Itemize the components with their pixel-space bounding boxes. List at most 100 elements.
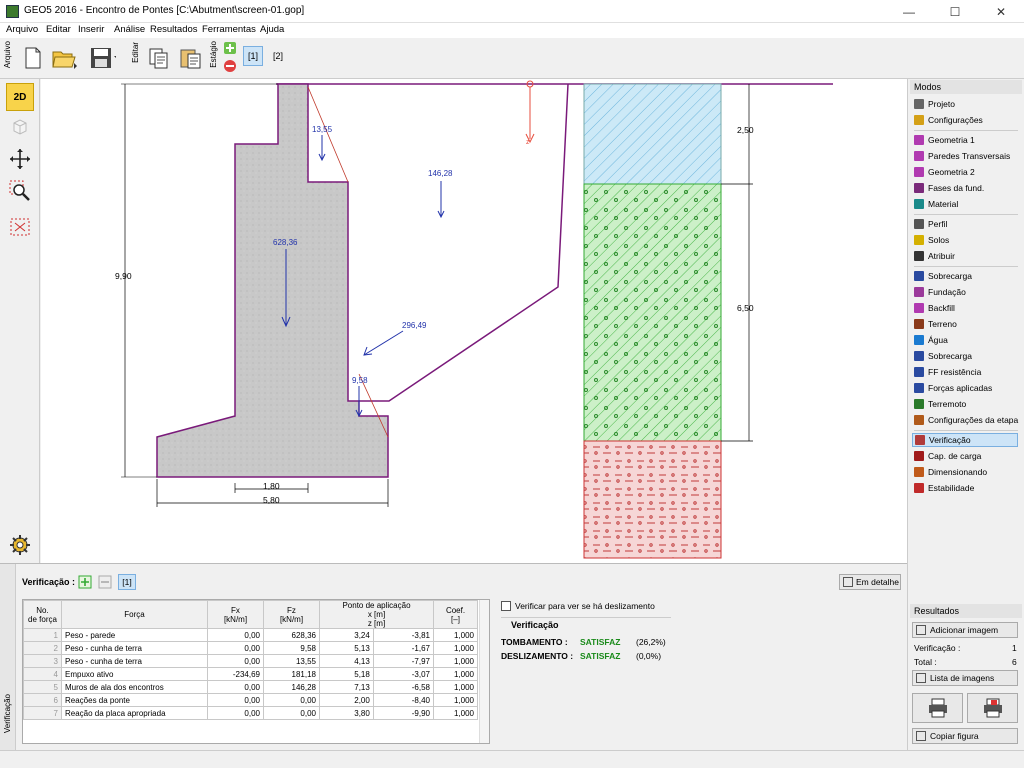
zoom-extents-button[interactable] [6, 213, 34, 241]
total-count-value: 6 [1012, 657, 1017, 667]
menu-inserir[interactable]: Inserir [78, 24, 104, 35]
stage-1-tab[interactable]: [1] [243, 46, 263, 66]
pan-button[interactable] [6, 145, 34, 173]
menu-ajuda[interactable]: Ajuda [260, 24, 284, 35]
mode-icon [914, 451, 924, 461]
new-file-button[interactable] [20, 43, 46, 73]
table-row[interactable]: 6 Reações da ponte 0,00 0,00 2,00 -8,40 1,000 [23, 693, 478, 707]
save-button[interactable] [90, 43, 116, 73]
mode-item-sobrecarga[interactable]: Sobrecarga [914, 349, 972, 363]
table-row[interactable]: 4 Empuxo ativo -234,69 181,18 5,18 -3,07 1,000 [23, 667, 478, 681]
detail-label: Em detalhe [856, 577, 899, 587]
mode-item-verifica-o[interactable]: Verificação [912, 433, 1018, 447]
col-coef: Coef. [–] [433, 600, 478, 629]
mode-item-projeto[interactable]: Projeto [914, 97, 955, 111]
table-row[interactable]: 5 Muros de ala dos encontros 0,00 146,28 7,1… [23, 680, 478, 694]
detail-button[interactable]: Em detalhe [839, 574, 901, 590]
table-cell-fx: 0,00 [207, 628, 264, 642]
plus-icon [78, 575, 92, 589]
mode-item-geometria-2[interactable]: Geometria 2 [914, 165, 975, 179]
mode-icon [914, 483, 924, 493]
dim-base-label: 5,80 [263, 495, 280, 505]
paste-data-button[interactable] [178, 43, 204, 73]
detail-icon [843, 577, 853, 587]
window-title: GEO5 2016 - Encontro de Pontes [C:\Abutm… [24, 5, 305, 16]
table-row[interactable]: 1 Peso - parede 0,00 628,36 3,24 -3,81 1,000 [23, 628, 478, 642]
verification-tab-1[interactable]: [1] [118, 574, 136, 590]
mode-item-configura-es[interactable]: Configurações [914, 113, 983, 127]
image-list-label: Lista de imagens [930, 673, 995, 683]
printer-icon [928, 698, 947, 718]
menu-ferramentas[interactable]: Ferramentas [202, 24, 256, 35]
mode-item-ff-resist-ncia[interactable]: FF resistência [914, 365, 981, 379]
image-list-button[interactable]: Lista de imagens [912, 670, 1018, 686]
mode-item-atribuir[interactable]: Atribuir [914, 249, 955, 263]
menu-resultados[interactable]: Resultados [150, 24, 198, 35]
mode-item-material[interactable]: Material [914, 197, 958, 211]
mode-item-label: FF resistência [928, 367, 982, 377]
add-stage-button[interactable] [223, 41, 237, 55]
menu-arquivo[interactable]: Arquivo [6, 24, 38, 35]
menu-editar[interactable]: Editar [46, 24, 71, 35]
add-image-button[interactable]: Adicionar imagem [912, 622, 1018, 638]
view-3d-button[interactable] [6, 113, 34, 141]
close-button[interactable]: ✕ [978, 0, 1024, 23]
title-bar: GEO5 2016 - Encontro de Pontes [C:\Abutm… [0, 0, 1024, 23]
slip-checkbox[interactable] [501, 601, 511, 611]
open-file-button[interactable] [52, 43, 78, 73]
mode-item-terreno[interactable]: Terreno [914, 317, 957, 331]
mode-item-sobrecarga[interactable]: Sobrecarga [914, 269, 972, 283]
verif-count-label: Verificação : [914, 643, 961, 653]
copy-figure-button[interactable]: Copiar figura [912, 728, 1018, 744]
zoom-button[interactable] [6, 177, 34, 205]
mode-item-terremoto[interactable]: Terremoto [914, 397, 966, 411]
stage-2-tab[interactable]: [2] [268, 46, 288, 66]
drawing-canvas[interactable]: 9,90 1,80 5,80 2,50 6,50 13,55 146,28 62… [41, 79, 907, 563]
mode-icon [914, 99, 924, 109]
mode-item-solos[interactable]: Solos [914, 233, 949, 247]
mode-item-cap-de-carga[interactable]: Cap. de carga [914, 449, 981, 463]
mode-item-for-as-aplicadas[interactable]: Forças aplicadas [914, 381, 992, 395]
table-cell-fx: 0,00 [207, 654, 264, 668]
mode-item-label: Sobrecarga [928, 271, 972, 281]
backfill-boundary [359, 83, 569, 402]
settings-button[interactable] [6, 531, 34, 559]
table-row[interactable]: 7 Reação da placa apropriada 0,00 0,00 3,80-… [23, 706, 478, 720]
move-icon [10, 149, 30, 169]
add-verification-button[interactable] [78, 575, 92, 589]
mode-item--gua[interactable]: Água [914, 333, 948, 347]
table-row[interactable]: 3 Peso - cunha de terra 0,00 13,55 4,13 -7,97… [23, 654, 478, 668]
print-pdf-button[interactable] [967, 693, 1018, 723]
mode-item-backfill[interactable]: Backfill [914, 301, 955, 315]
mode-item-configura-es-da-etapa[interactable]: Configurações da etapa [914, 413, 1018, 427]
copy-data-button[interactable] [146, 43, 172, 73]
remove-verification-button[interactable] [98, 575, 112, 589]
mode-item-estabilidade[interactable]: Estabilidade [914, 481, 974, 495]
mode-item-geometria-1[interactable]: Geometria 1 [914, 133, 975, 147]
mode-item-fases-da-fund-[interactable]: Fases da fund. [914, 181, 984, 195]
mode-icon [914, 319, 924, 329]
mode-item-label: Água [928, 335, 948, 345]
mode-item-dimensionando[interactable]: Dimensionando [914, 465, 987, 479]
table-scrollbar[interactable] [479, 600, 489, 743]
col-forca: Força [61, 600, 208, 629]
mode-item-label: Material [928, 199, 959, 209]
maximize-button[interactable]: ☐ [932, 0, 978, 23]
zoom-extents-icon [10, 218, 30, 236]
verification-section-title: Verificação [511, 620, 559, 630]
mode-item-funda-o[interactable]: Fundação [914, 285, 966, 299]
plus-icon [224, 42, 236, 54]
view-2d-button[interactable]: 2D [6, 83, 34, 111]
menu-analise[interactable]: Análise [114, 24, 145, 35]
minus-icon [98, 575, 112, 589]
print-button[interactable] [912, 693, 963, 723]
remove-stage-button[interactable] [223, 59, 237, 73]
mode-item-perfil[interactable]: Perfil [914, 217, 947, 231]
mode-icon [914, 287, 924, 297]
total-count-label: Total : [914, 657, 937, 667]
minimize-button[interactable]: — [886, 0, 932, 23]
table-cell-fx: 0,00 [207, 680, 264, 694]
mode-item-paredes-transversais[interactable]: Paredes Transversais [914, 149, 1010, 163]
table-cell-c: 1,000 [433, 667, 478, 681]
table-row[interactable]: 2 Peso - cunha de terra 0,00 9,58 5,13 -1,67 1… [23, 641, 478, 655]
